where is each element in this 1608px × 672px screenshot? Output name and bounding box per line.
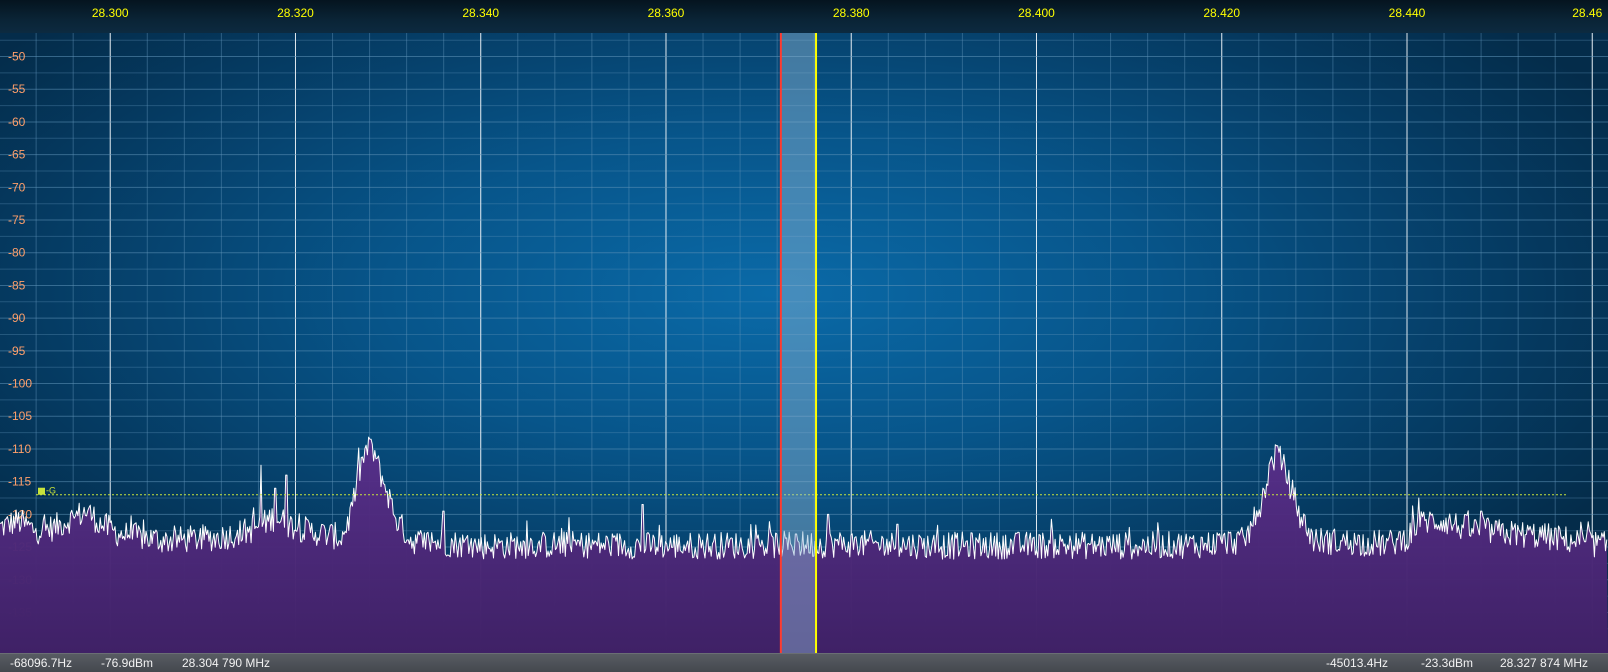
left-frequency-readout: 28.304 790 MHz (182, 656, 271, 670)
spectrum-plot-svg[interactable]: -50 -55 -60 -65 -70 -75 -80 -85 -90 -95 -100 -105 -1… (0, 33, 1608, 653)
squelch-handle[interactable] (38, 487, 45, 495)
receive-filter-band[interactable] (780, 33, 817, 653)
level-tick-label: -75 (8, 213, 26, 227)
frequency-tick-label: 28.360 (647, 6, 685, 20)
frequency-tick-label: 28.320 (277, 6, 314, 20)
level-tick-label: -85 (8, 278, 26, 292)
frequency-tick-label: 28.380 (832, 6, 870, 20)
right-frequency-readout: 28.327 874 MHz (1500, 656, 1589, 670)
level-tick-label: -90 (8, 311, 26, 325)
left-offset-readout: -68096.7Hz (10, 656, 73, 670)
frequency-tick-label: 28.400 (1018, 6, 1055, 20)
level-tick-label: -70 (8, 180, 26, 194)
level-tick-label: -65 (8, 148, 26, 162)
left-level-readout: -76.9dBm (101, 656, 154, 670)
level-tick-label: -100 (8, 377, 32, 391)
level-tick-label: -95 (8, 344, 26, 358)
frequency-tick-label: 28.420 (1203, 6, 1241, 20)
squelch-label: -G (46, 486, 56, 496)
frequency-scale-bar[interactable]: 28.300 28.320 28.340 28.360 28.380 28.400 28.4… (0, 0, 1608, 34)
level-tick-label: -110 (8, 442, 31, 456)
level-tick-label: -105 (8, 409, 32, 423)
right-level-readout: -23.3dBm (1421, 656, 1474, 670)
frequency-tick-label: 28.440 (1388, 6, 1426, 20)
status-bar: -68096.7Hz -76.9dBm 28.304 790 MHz -4501… (0, 653, 1608, 672)
right-offset-readout: -45013.4Hz (1326, 656, 1389, 670)
spectrum-analyzer-window: 28.300 28.320 28.340 28.360 28.380 28.400 28.4… (0, 0, 1608, 672)
frequency-tick-label: 28.340 (462, 6, 500, 20)
level-tick-label: -115 (8, 475, 31, 489)
spectrum-display[interactable]: -50 -55 -60 -65 -70 -75 -80 -85 -90 -95 -100 -105 -1… (0, 33, 1608, 653)
frequency-tick-label: 28.46 (1572, 6, 1603, 20)
level-tick-label: -80 (8, 246, 26, 260)
level-tick-label: -50 (8, 50, 26, 64)
level-tick-label: -60 (8, 115, 26, 129)
frequency-tick-label: 28.300 (91, 6, 129, 20)
level-tick-label: -55 (8, 82, 26, 96)
